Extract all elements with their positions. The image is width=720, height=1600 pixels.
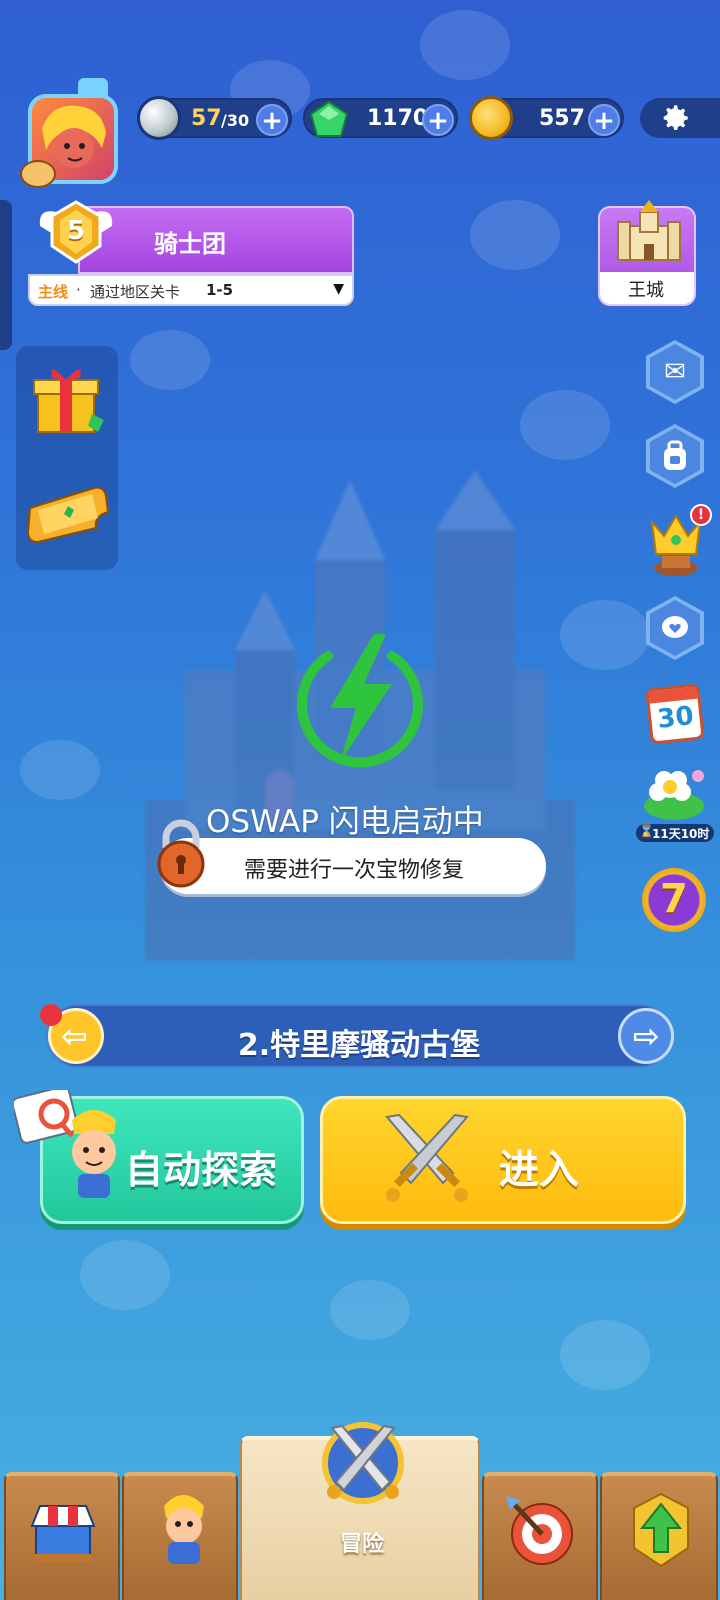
event-timer-text: 11天10时 (652, 827, 710, 841)
guild-name: 骑士团 (154, 230, 226, 258)
quest-bar[interactable]: 主线 · 通过地区关卡 1-5 ▼ (28, 274, 354, 306)
lightning-bolt-icon (297, 634, 423, 768)
gear-icon (663, 105, 688, 131)
enter-button[interactable]: 进入 (320, 1096, 686, 1224)
guild-panel[interactable]: 骑士团 主线 · 通过地区关卡 1-5 ▼ 5 (28, 200, 354, 306)
mail-button[interactable]: ✉ (646, 340, 704, 404)
gift-box-icon (33, 369, 104, 433)
lucky-seven-number: 7 (660, 876, 688, 922)
calendar-day: 30 (655, 701, 696, 735)
crossed-swords-icon (385, 1113, 469, 1202)
enter-label: 进入 (499, 1147, 579, 1193)
guild-level: 5 (67, 216, 86, 246)
flower-event-button[interactable]: ⌛ 11天10时 (636, 766, 714, 846)
arrow-left-icon: ⇦ (61, 1017, 88, 1055)
next-level-button[interactable]: ⇨ (618, 1008, 674, 1064)
daily-calendar-button[interactable]: 30 (645, 680, 706, 746)
target-arrow-icon (506, 1496, 573, 1565)
nav-heroes-tab[interactable] (122, 1472, 238, 1600)
coin-icon (469, 96, 513, 140)
stamina-pill[interactable]: 57 /30 + (137, 96, 292, 140)
add-coins-button[interactable]: + (588, 104, 620, 136)
backpack-button[interactable] (646, 424, 704, 488)
overlay-title: OSWAP 闪电启动中 (206, 804, 484, 840)
backpack-icon (664, 440, 686, 470)
ranking-trophy-button[interactable]: ! (646, 504, 712, 578)
nav-adventure-label: 冒险 (340, 1532, 385, 1557)
auto-explore-label: 自动探索 (125, 1148, 278, 1192)
nav-adventure-tab[interactable]: 冒险 (240, 1422, 480, 1600)
quest-tag: 主线 (38, 283, 69, 301)
event-timer: ⌛ 11天10时 (636, 824, 714, 842)
avatar-crown-icon (78, 78, 108, 98)
nav-shop-tab[interactable] (4, 1472, 120, 1600)
quest-stage: 1-5 (206, 281, 234, 299)
coins-pill[interactable]: 557 + (469, 96, 624, 140)
royal-castle-button[interactable]: 王城 (598, 200, 696, 306)
level-navigator: 2.特里摩骚动古堡 (46, 1004, 672, 1068)
shop-stall-icon (30, 1505, 96, 1562)
gem-icon (309, 100, 349, 137)
lucky-seven-button[interactable]: 7 (642, 868, 708, 934)
arrow-right-icon: ⇨ (633, 1017, 660, 1055)
flower-icon (644, 770, 704, 820)
chat-button[interactable] (646, 596, 704, 660)
settings-button[interactable] (640, 98, 720, 138)
chat-heart-icon (662, 616, 688, 638)
nav-battle-tab[interactable] (482, 1472, 598, 1600)
repair-required-text: 需要进行一次宝物修复 (244, 858, 465, 883)
calendar-icon: 30 (645, 683, 705, 745)
gift-box-button[interactable] (28, 358, 110, 440)
new-indicator-dot (40, 1004, 62, 1026)
upgrade-arrow-icon (633, 1492, 689, 1568)
hero-character-icon (164, 1495, 204, 1564)
adventure-swords-icon (322, 1422, 404, 1504)
lightning-boost-indicator (292, 632, 428, 768)
royal-castle-label: 王城 (628, 280, 664, 301)
stamina-max: /30 (221, 111, 250, 130)
padlock-icon (154, 818, 208, 888)
avatar-pet-icon (20, 160, 56, 188)
stamina-orb-icon (137, 96, 181, 140)
guild-level-badge: 5 (36, 196, 116, 276)
nav-upgrade-tab[interactable] (600, 1472, 718, 1600)
stamina-current: 57 (191, 106, 222, 131)
quest-separator: · (76, 281, 81, 299)
gems-value: 1170 (367, 106, 429, 131)
envelope-icon: ✉ (664, 357, 686, 387)
notification-dot: ! (690, 504, 712, 526)
add-stamina-button[interactable]: + (256, 104, 288, 136)
ticket-icon (26, 486, 110, 544)
explorer-character-icon (11, 1085, 124, 1210)
left-edge-handle[interactable] (0, 200, 12, 350)
quest-text: 通过地区关卡 (90, 283, 181, 301)
pass-ticket-button[interactable] (24, 478, 112, 548)
quest-dropdown-icon[interactable]: ▼ (333, 281, 344, 297)
gems-pill[interactable]: 1170 + (303, 98, 458, 138)
add-gems-button[interactable]: + (422, 104, 454, 136)
repair-required-banner[interactable]: 需要进行一次宝物修复 (160, 838, 546, 894)
castle-icon (617, 200, 681, 261)
level-name: 2.特里摩骚动古堡 (237, 1028, 481, 1063)
coins-value: 557 (539, 106, 585, 131)
